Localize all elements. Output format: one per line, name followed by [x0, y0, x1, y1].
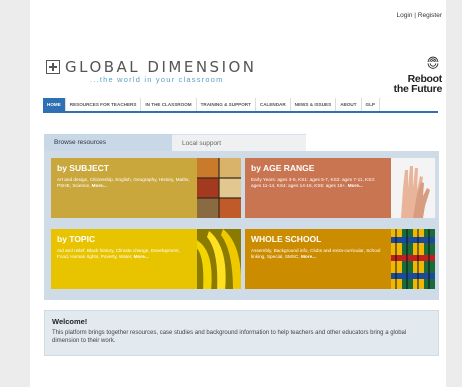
- card-description-text: Art and design, Citizenship, English, Ge…: [57, 177, 190, 189]
- partner-logo[interactable]: Reboot the Future: [394, 55, 442, 94]
- card-description: Assembly, Background info, Clubs and ext…: [251, 248, 385, 261]
- welcome-text: This platform brings together resources,…: [52, 330, 407, 344]
- reboot-swirl-icon: [427, 56, 439, 69]
- tab-local-support[interactable]: Local support: [172, 134, 306, 151]
- nav-underline: [43, 111, 438, 113]
- resource-tabs: Browse resources Local support: [44, 134, 439, 151]
- card-by-topic[interactable]: by TOPIC Aid and relief, Black history, …: [51, 229, 241, 289]
- separator: |: [414, 12, 416, 19]
- logo-tagline: ...the world in your classroom: [90, 75, 224, 84]
- card-by-subject[interactable]: by SUBJECT Art and design, Citizenship, …: [51, 158, 241, 218]
- card-title: by TOPIC: [57, 234, 96, 244]
- more-link[interactable]: More...: [301, 254, 316, 259]
- partner-line2: the Future: [393, 83, 443, 95]
- card-description: Early Years: ages 3-5, KS1: ages 5-7, KS…: [251, 177, 385, 190]
- kente-cloth-image: [391, 229, 435, 289]
- logo-wordmark: GLOBAL DIMENSION: [46, 58, 257, 76]
- bananas-image: [197, 229, 241, 289]
- nav-item-calendar[interactable]: CALENDAR: [256, 98, 291, 111]
- more-link[interactable]: More...: [92, 183, 107, 188]
- welcome-title: Welcome!: [52, 317, 88, 326]
- page: Login | Register GLOBAL DIMENSION ...the…: [30, 0, 446, 387]
- card-description: Art and design, Citizenship, English, Ge…: [57, 177, 191, 190]
- browse-panel: by SUBJECT Art and design, Citizenship, …: [44, 151, 439, 300]
- more-link[interactable]: More...: [348, 183, 363, 188]
- nav-item-glp[interactable]: GLP: [362, 98, 380, 111]
- register-link[interactable]: Register: [418, 12, 442, 19]
- card-title: WHOLE SCHOOL: [251, 234, 322, 244]
- card-text: by TOPIC Aid and relief, Black history, …: [51, 229, 197, 289]
- main-nav: HOME RESOURCES FOR TEACHERS IN THE CLASS…: [43, 98, 380, 111]
- nav-item-training-support[interactable]: TRAINING & SUPPORT: [197, 98, 256, 111]
- spices-image: [197, 158, 241, 218]
- card-description: Aid and relief, Black history, Climate c…: [57, 248, 191, 261]
- nav-item-home[interactable]: HOME: [43, 98, 66, 111]
- nav-item-in-the-classroom[interactable]: IN THE CLASSROOM: [141, 98, 197, 111]
- welcome-box: Welcome! This platform brings together r…: [44, 310, 439, 356]
- login-link[interactable]: Login: [397, 12, 413, 19]
- hands-image: [391, 158, 435, 218]
- card-by-age-range[interactable]: by AGE RANGE Early Years: ages 3-5, KS1:…: [245, 158, 435, 218]
- card-whole-school[interactable]: WHOLE SCHOOL Assembly, Background info, …: [245, 229, 435, 289]
- nav-item-about[interactable]: ABOUT: [336, 98, 362, 111]
- logo-text: GLOBAL DIMENSION: [65, 58, 257, 76]
- logo-mark-icon: [46, 60, 60, 74]
- nav-item-resources-for-teachers[interactable]: RESOURCES FOR TEACHERS: [66, 98, 142, 111]
- card-text: WHOLE SCHOOL Assembly, Background info, …: [245, 229, 391, 289]
- card-title: by SUBJECT: [57, 163, 109, 173]
- site-logo[interactable]: GLOBAL DIMENSION ...the world in your cl…: [46, 58, 257, 84]
- card-text: by SUBJECT Art and design, Citizenship, …: [51, 158, 197, 218]
- account-links: Login | Register: [397, 12, 442, 19]
- more-link[interactable]: More...: [134, 254, 149, 259]
- card-text: by AGE RANGE Early Years: ages 3-5, KS1:…: [245, 158, 391, 218]
- card-description-text: Aid and relief, Black history, Climate c…: [57, 248, 180, 260]
- card-title: by AGE RANGE: [251, 163, 315, 173]
- tab-browse-resources[interactable]: Browse resources: [44, 134, 172, 151]
- nav-item-news-issues[interactable]: NEWS & ISSUES: [291, 98, 337, 111]
